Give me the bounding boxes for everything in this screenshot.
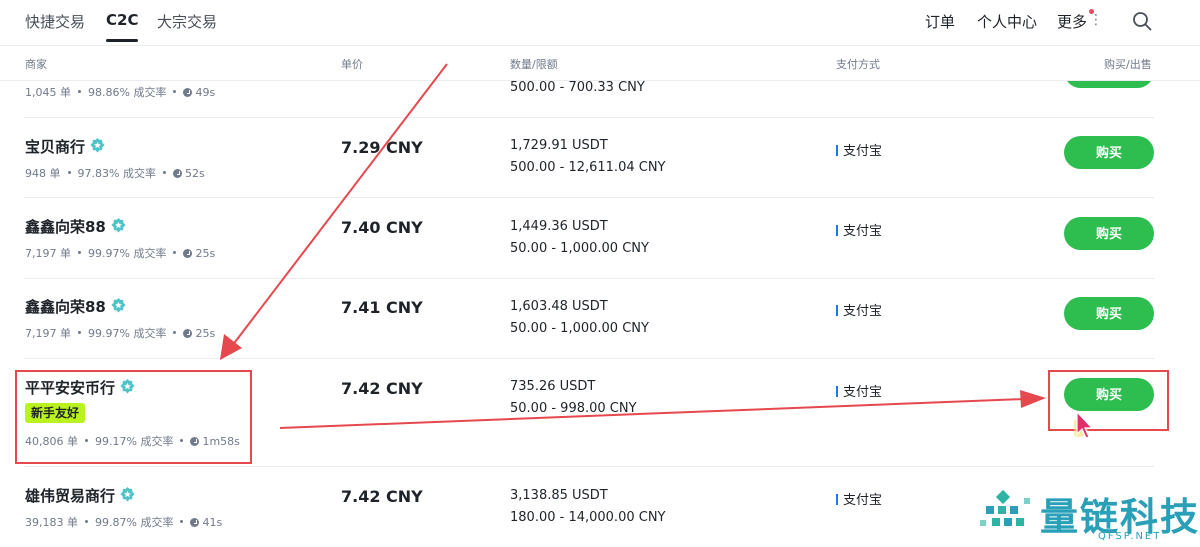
header-payment: 支付方式 bbox=[836, 58, 880, 71]
dot-separator bbox=[85, 520, 88, 523]
response-time: 52s bbox=[184, 167, 205, 180]
watermark: 量链科技 QFSP.NET bbox=[978, 486, 1200, 546]
completion-rate: 97.83% 成交率 bbox=[77, 167, 156, 180]
completion-rate: 98.86% 成交率 bbox=[88, 86, 167, 99]
unit-price: 7.40 CNY bbox=[341, 218, 423, 237]
available-amount: 1,449.36 USDT bbox=[510, 219, 608, 234]
verified-icon bbox=[90, 137, 105, 153]
dot-separator bbox=[85, 439, 88, 442]
buy-button[interactable]: 购买 bbox=[1064, 297, 1154, 330]
unit-price: 7.41 CNY bbox=[341, 298, 423, 317]
header-action: 购买/出售 bbox=[1104, 58, 1152, 71]
order-count: 1,045 单 bbox=[25, 86, 71, 99]
completion-rate: 99.97% 成交率 bbox=[88, 247, 167, 260]
limit-range: 180.00 - 14,000.00 CNY bbox=[510, 510, 666, 525]
buy-button[interactable]: 购买 bbox=[1064, 217, 1154, 250]
merchant-name[interactable]: 鑫鑫向荣88 bbox=[25, 218, 106, 236]
merchant-stats: 7,197 单 99.97% 成交率 25s bbox=[25, 325, 215, 341]
limit-range: 500.00 - 12,611.04 CNY bbox=[510, 160, 666, 175]
clock-icon bbox=[190, 437, 200, 446]
cursor-icon bbox=[1074, 410, 1094, 439]
merchant-stats: 39,183 单 99.87% 成交率 41s bbox=[25, 514, 222, 530]
payment-method: 支付宝 bbox=[836, 381, 882, 400]
available-amount: 3,138.85 USDT bbox=[510, 488, 608, 503]
dot-separator bbox=[78, 90, 81, 93]
merchant-name-row[interactable]: 鑫鑫向荣88 bbox=[25, 216, 127, 237]
order-count: 40,806 单 bbox=[25, 435, 78, 448]
merchant-name[interactable]: 宝贝商行 bbox=[25, 138, 85, 156]
clock-icon bbox=[172, 169, 182, 178]
row-divider bbox=[24, 466, 1154, 467]
ad-list: 1,045 单 98.86% 成交率 49s 500.00 - 700.33 CNY… bbox=[0, 0, 1200, 547]
verified-icon bbox=[111, 217, 126, 233]
payment-method: 支付宝 bbox=[836, 220, 882, 239]
buy-button[interactable]: 购买 bbox=[1064, 136, 1154, 169]
merchant-stats: 948 单 97.83% 成交率 52s bbox=[25, 165, 205, 181]
row-divider bbox=[24, 358, 1154, 359]
order-count: 7,197 单 bbox=[25, 327, 71, 340]
response-time: 49s bbox=[195, 86, 216, 99]
unit-price: 7.42 CNY bbox=[341, 487, 423, 506]
limit-range: 50.00 - 1,000.00 CNY bbox=[510, 321, 649, 336]
dot-separator bbox=[173, 331, 177, 334]
watermark-logo-icon bbox=[980, 489, 1030, 526]
available-amount: 1,729.91 USDT bbox=[510, 138, 608, 153]
clock-icon bbox=[183, 329, 193, 338]
clock-icon bbox=[183, 249, 193, 258]
verified-icon bbox=[120, 378, 135, 394]
row-divider bbox=[24, 197, 1154, 198]
available-amount: 735.26 USDT bbox=[510, 379, 596, 394]
clock-icon bbox=[183, 88, 193, 97]
merchant-name-row[interactable]: 平平安安币行 bbox=[25, 377, 136, 398]
merchant-name[interactable]: 平平安安币行 bbox=[25, 379, 115, 397]
verified-icon bbox=[111, 297, 126, 313]
limit-range: 50.00 - 998.00 CNY bbox=[510, 401, 637, 416]
row-divider bbox=[24, 278, 1154, 279]
merchant-name-row[interactable]: 宝贝商行 bbox=[25, 136, 106, 157]
clock-icon bbox=[190, 518, 200, 527]
newbie-friendly-badge: 新手友好 bbox=[25, 403, 86, 423]
unit-price: 7.42 CNY bbox=[341, 379, 423, 398]
dot-separator bbox=[180, 520, 184, 523]
completion-rate: 99.97% 成交率 bbox=[88, 327, 167, 340]
table-header: 商家 单价 数量/限额 支付方式 购买/出售 bbox=[0, 47, 1200, 81]
merchant-name-row[interactable]: 雄伟贸易商行 bbox=[25, 485, 136, 506]
merchant-name-row[interactable]: 鑫鑫向荣88 bbox=[25, 296, 127, 317]
response-time: 25s bbox=[195, 247, 216, 260]
limit-range: 500.00 - 700.33 CNY bbox=[510, 80, 645, 95]
completion-rate: 99.87% 成交率 bbox=[95, 516, 174, 529]
merchant-stats: 1,045 单 98.86% 成交率 49s bbox=[25, 84, 215, 100]
response-time: 25s bbox=[195, 327, 216, 340]
dot-separator bbox=[180, 439, 184, 442]
order-count: 7,197 单 bbox=[25, 247, 71, 260]
dot-separator bbox=[67, 171, 71, 174]
limit-range: 50.00 - 1,000.00 CNY bbox=[510, 241, 649, 256]
header-amount: 数量/限额 bbox=[510, 58, 558, 71]
merchant-stats: 40,806 单 99.17% 成交率 1m58s bbox=[25, 433, 240, 449]
header-price: 单价 bbox=[341, 58, 363, 71]
dot-separator bbox=[78, 331, 81, 334]
header-merchant: 商家 bbox=[25, 58, 47, 71]
payment-method: 支付宝 bbox=[836, 489, 882, 508]
verified-icon bbox=[120, 486, 135, 502]
order-count: 948 单 bbox=[25, 167, 61, 180]
row-divider bbox=[24, 117, 1154, 118]
order-count: 39,183 单 bbox=[25, 516, 78, 529]
dot-separator bbox=[78, 251, 81, 254]
unit-price: 7.29 CNY bbox=[341, 138, 423, 157]
available-amount: 1,603.48 USDT bbox=[510, 299, 608, 314]
completion-rate: 99.17% 成交率 bbox=[95, 435, 174, 448]
response-time: 1m58s bbox=[202, 435, 240, 448]
merchant-name[interactable]: 雄伟贸易商行 bbox=[25, 487, 115, 505]
dot-separator bbox=[162, 171, 166, 174]
buy-button[interactable]: 购买 bbox=[1064, 378, 1154, 411]
merchant-name[interactable]: 鑫鑫向荣88 bbox=[25, 298, 106, 316]
payment-method: 支付宝 bbox=[836, 140, 882, 159]
payment-method: 支付宝 bbox=[836, 300, 882, 319]
dot-separator bbox=[173, 90, 177, 93]
dot-separator bbox=[173, 251, 177, 254]
watermark-domain: QFSP.NET bbox=[1098, 531, 1162, 542]
merchant-stats: 7,197 单 99.97% 成交率 25s bbox=[25, 245, 215, 261]
response-time: 41s bbox=[202, 516, 223, 529]
